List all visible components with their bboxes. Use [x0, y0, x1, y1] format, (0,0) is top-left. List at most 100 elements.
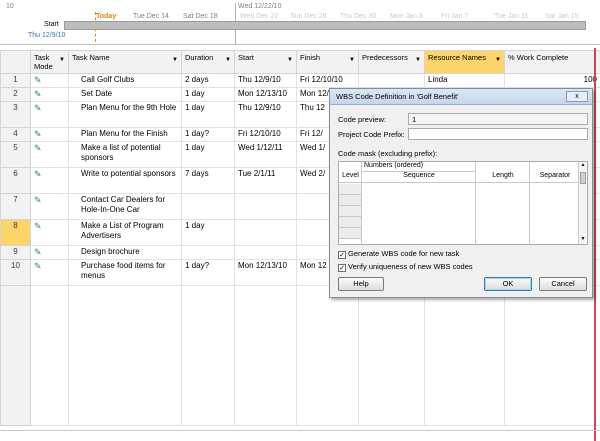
- work-complete-cell[interactable]: 100: [504, 73, 600, 88]
- table-row-empty[interactable]: [0, 285, 600, 426]
- row-number[interactable]: 7: [0, 193, 31, 220]
- column-header-finish[interactable]: Finish ▼: [296, 50, 359, 74]
- mask-scrollbar[interactable]: ▲ ▼: [578, 162, 587, 244]
- column-header-work-complete[interactable]: % Work Complete: [504, 50, 600, 74]
- generate-wbs-checkbox[interactable]: ✓ Generate WBS code for new task: [338, 249, 459, 259]
- chevron-down-icon[interactable]: ▼: [172, 57, 178, 63]
- column-header-task-name[interactable]: Task Name ▼: [68, 50, 182, 74]
- code-mask-grid[interactable]: Numbers (ordered) Level Sequence Length …: [338, 161, 588, 245]
- row-number[interactable]: 3: [0, 101, 31, 128]
- chevron-down-icon[interactable]: ▼: [287, 57, 293, 63]
- finish-cell[interactable]: Fri 12/10/10: [296, 73, 359, 88]
- task-mode-cell[interactable]: ✎: [30, 87, 69, 102]
- start-cell[interactable]: Tue 2/1/11: [234, 167, 297, 194]
- scroll-down-icon[interactable]: ▼: [579, 236, 587, 244]
- empty-cell[interactable]: [68, 285, 182, 426]
- chevron-down-icon[interactable]: ▼: [349, 57, 355, 63]
- checkmark-icon[interactable]: ✓: [338, 251, 346, 259]
- duration-cell[interactable]: 1 day?: [181, 127, 235, 142]
- chevron-down-icon[interactable]: ▼: [495, 57, 501, 63]
- task-name-cell[interactable]: Design brochure: [68, 245, 182, 260]
- empty-cell[interactable]: [358, 285, 425, 426]
- ok-button[interactable]: OK: [484, 277, 532, 291]
- start-cell[interactable]: Wed 1/12/11: [234, 141, 297, 168]
- checkmark-icon[interactable]: ✓: [338, 264, 346, 272]
- start-cell[interactable]: [234, 219, 297, 246]
- empty-cell[interactable]: [181, 285, 235, 426]
- predecessors-cell[interactable]: [358, 73, 425, 88]
- help-button[interactable]: Help: [338, 277, 384, 291]
- column-header-duration[interactable]: Duration ▼: [181, 50, 235, 74]
- task-name-cell[interactable]: Make a list of potential sponsors: [68, 141, 182, 168]
- task-mode-cell[interactable]: ✎: [30, 167, 69, 194]
- scroll-up-icon[interactable]: ▲: [579, 162, 587, 170]
- task-mode-cell[interactable]: ✎: [30, 245, 69, 260]
- start-cell[interactable]: Thu 12/9/10: [234, 101, 297, 128]
- row-number[interactable]: [0, 285, 31, 426]
- row-number[interactable]: 9: [0, 245, 31, 260]
- level-cell[interactable]: [339, 206, 361, 217]
- task-name-cell[interactable]: Make a List of Program Advertisers: [68, 219, 182, 246]
- resource-cell[interactable]: Linda: [424, 73, 505, 88]
- task-name-cell[interactable]: Purchase food items for menus: [68, 259, 182, 286]
- task-name-cell[interactable]: Set Date: [68, 87, 182, 102]
- duration-cell[interactable]: 1 day?: [181, 259, 235, 286]
- task-mode-cell[interactable]: ✎: [30, 141, 69, 168]
- empty-cell[interactable]: [30, 285, 69, 426]
- wbs-code-dialog[interactable]: WBS Code Definition in 'Golf Benefit' x …: [329, 88, 593, 298]
- empty-cell[interactable]: [504, 285, 600, 426]
- task-mode-cell[interactable]: ✎: [30, 193, 69, 220]
- chevron-down-icon[interactable]: ▼: [59, 57, 65, 63]
- close-button[interactable]: x: [566, 91, 588, 102]
- duration-cell[interactable]: 7 days: [181, 167, 235, 194]
- timeline[interactable]: 10 Wed 12/22/10 Today Tue Dec 14 Sat Dec…: [0, 3, 600, 45]
- row-number[interactable]: 5: [0, 141, 31, 168]
- level-cell[interactable]: [339, 228, 361, 239]
- duration-cell[interactable]: [181, 245, 235, 260]
- start-cell[interactable]: Mon 12/13/10: [234, 259, 297, 286]
- duration-cell[interactable]: 2 days: [181, 73, 235, 88]
- column-header-resource-names[interactable]: Resource Names ▼: [424, 50, 505, 74]
- table-row[interactable]: 1 ✎ Call Golf Clubs 2 days Thu 12/9/10 F…: [0, 73, 600, 88]
- empty-cell[interactable]: [424, 285, 505, 426]
- row-number[interactable]: 8: [0, 219, 31, 246]
- dialog-title-bar[interactable]: WBS Code Definition in 'Golf Benefit' x: [330, 89, 592, 105]
- task-name-cell[interactable]: Write to potential sponsors: [68, 167, 182, 194]
- chevron-down-icon[interactable]: ▼: [415, 57, 421, 63]
- column-header-predecessors[interactable]: Predecessors ▼: [358, 50, 425, 74]
- start-cell[interactable]: Mon 12/13/10: [234, 87, 297, 102]
- chevron-down-icon[interactable]: ▼: [225, 57, 231, 63]
- empty-cell[interactable]: [296, 285, 359, 426]
- start-cell[interactable]: [234, 193, 297, 220]
- task-mode-cell[interactable]: ✎: [30, 101, 69, 128]
- task-name-cell[interactable]: Plan Menu for the 9th Hole: [68, 101, 182, 128]
- column-header-task-mode[interactable]: Task Mode ▼: [30, 50, 69, 74]
- row-number[interactable]: 4: [0, 127, 31, 142]
- task-name-cell[interactable]: Plan Menu for the Finish: [68, 127, 182, 142]
- row-number[interactable]: 2: [0, 87, 31, 102]
- task-mode-cell[interactable]: ✎: [30, 259, 69, 286]
- start-cell[interactable]: Fri 12/10/10: [234, 127, 297, 142]
- row-number[interactable]: 1: [0, 73, 31, 88]
- start-cell[interactable]: [234, 245, 297, 260]
- select-all-header[interactable]: [0, 50, 31, 74]
- task-name-cell[interactable]: Call Golf Clubs: [68, 73, 182, 88]
- duration-cell[interactable]: 1 day: [181, 219, 235, 246]
- level-cell[interactable]: [339, 217, 361, 228]
- project-code-prefix-input[interactable]: [408, 128, 588, 140]
- start-cell[interactable]: Thu 12/9/10: [234, 73, 297, 88]
- task-name-cell[interactable]: Contact Car Dealers for Hole-In-One Car: [68, 193, 182, 220]
- timeline-bar[interactable]: [64, 21, 586, 30]
- cancel-button[interactable]: Cancel: [539, 277, 587, 291]
- duration-cell[interactable]: 1 day: [181, 141, 235, 168]
- empty-cell[interactable]: [234, 285, 297, 426]
- task-mode-cell[interactable]: ✎: [30, 127, 69, 142]
- verify-uniqueness-checkbox[interactable]: ✓ Verify uniqueness of new WBS codes: [338, 262, 473, 272]
- duration-cell[interactable]: [181, 193, 235, 220]
- task-mode-cell[interactable]: ✎: [30, 73, 69, 88]
- row-number[interactable]: 6: [0, 167, 31, 194]
- level-cell[interactable]: [339, 195, 361, 206]
- task-mode-cell[interactable]: ✎: [30, 219, 69, 246]
- duration-cell[interactable]: 1 day: [181, 87, 235, 102]
- scroll-thumb[interactable]: [580, 172, 586, 184]
